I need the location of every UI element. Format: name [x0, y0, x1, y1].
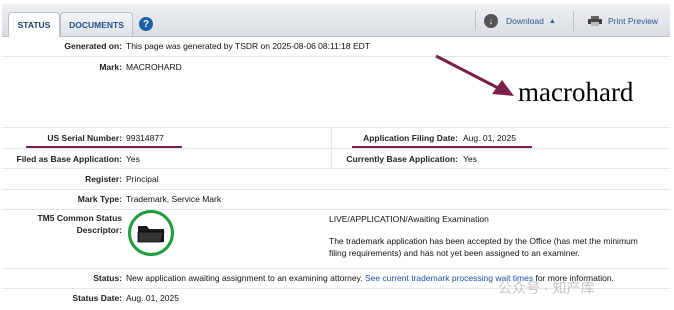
tab-bar: STATUS DOCUMENTS ? ↓ Download ▲ Print Pr… — [2, 4, 670, 37]
toolbar-divider — [573, 11, 574, 31]
row-tm5-status: TM5 Common Status Descriptor: LIVE/APPLI… — [2, 210, 670, 269]
download-label: Download — [506, 16, 544, 26]
annotation-underline — [352, 146, 532, 148]
watermark-text: 公众号 · 知产库 — [498, 280, 595, 296]
mark-label: Mark: — [99, 62, 122, 72]
filing-date-value: Aug. 01, 2025 — [463, 133, 516, 143]
download-icon: ↓ — [484, 14, 498, 28]
row-generated: Generated on: This page was generated by… — [2, 38, 670, 57]
current-base-value: Yes — [463, 154, 477, 164]
row-base-application: Filed as Base Application: Yes Currently… — [2, 149, 670, 169]
tm5-status-title: LIVE/APPLICATION/Awaiting Examination — [329, 214, 489, 224]
tm5-label: TM5 Common Status — [37, 213, 122, 223]
tm5-description-line1: The trademark application has been accep… — [329, 236, 638, 246]
tm5-description-line2: filing requirements) and has not yet bee… — [329, 248, 580, 258]
status-circle — [128, 210, 174, 256]
tab-documents[interactable]: DOCUMENTS — [60, 12, 133, 36]
printer-icon — [588, 16, 602, 26]
folder-icon — [137, 226, 165, 243]
caret-up-icon: ▲ — [548, 17, 556, 25]
register-value: Principal — [126, 174, 159, 184]
tab-status[interactable]: STATUS — [8, 12, 60, 37]
register-label: Register: — [85, 174, 122, 184]
annotation-underline — [26, 146, 182, 148]
status-date-label: Status Date: — [72, 293, 122, 303]
mark-image-text: macrohard — [518, 77, 634, 107]
mark-type-value: Trademark, Service Mark — [126, 194, 222, 204]
status-label: Status: — [93, 273, 122, 283]
current-base-label: Currently Base Application: — [346, 154, 458, 164]
filing-date-label: Application Filing Date: — [363, 133, 458, 143]
serial-value: 99314877 — [126, 133, 164, 143]
status-date-value: Aug. 01, 2025 — [126, 293, 179, 303]
help-icon[interactable]: ? — [139, 17, 153, 31]
serial-label: US Serial Number: — [47, 133, 122, 143]
annotation-arrow — [435, 54, 514, 96]
generated-value: This page was generated by TSDR on 2025-… — [126, 41, 370, 51]
column-divider — [331, 128, 332, 169]
mark-type-label: Mark Type: — [77, 194, 122, 204]
generated-label: Generated on: — [64, 41, 122, 51]
print-preview-label: Print Preview — [608, 16, 659, 26]
print-preview-button[interactable]: Print Preview — [588, 10, 658, 32]
status-value: New application awaiting assignment to a… — [126, 273, 363, 283]
row-mark-type: Mark Type: Trademark, Service Mark — [2, 190, 670, 210]
tm5-label-descriptor: Descriptor: — [76, 225, 122, 235]
filed-base-label: Filed as Base Application: — [16, 154, 123, 164]
mark-value: MACROHARD — [126, 62, 182, 72]
filed-base-value: Yes — [126, 154, 140, 164]
watermark: 公众号 · 知产库 — [498, 278, 594, 298]
row-register: Register: Principal — [2, 170, 670, 190]
download-button[interactable]: ↓ Download ▲ — [484, 10, 556, 32]
toolbar-divider — [475, 11, 476, 31]
